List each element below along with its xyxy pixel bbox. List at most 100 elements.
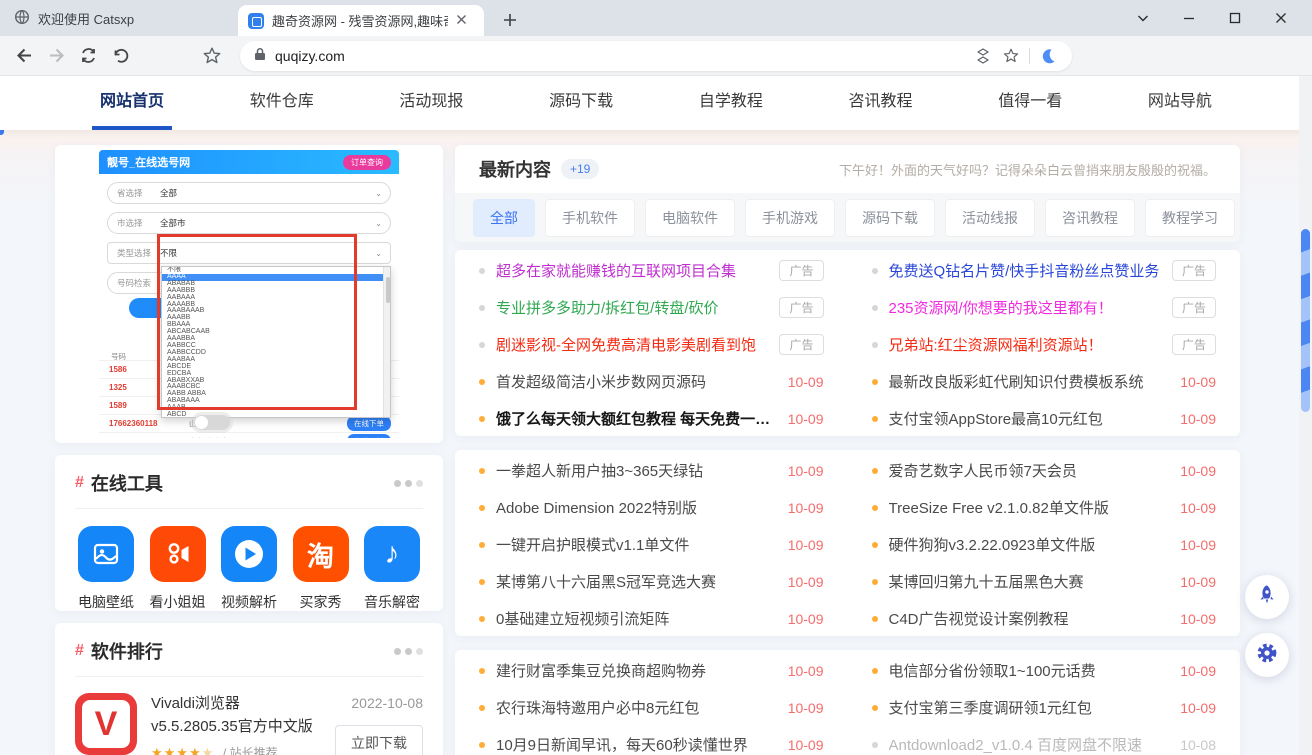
tab-source-download[interactable]: 源码下载 (845, 199, 935, 237)
news-row[interactable]: 电信部分省份领取1~100元话费10-09 (872, 652, 1217, 689)
tool-girls[interactable]: 看小姐姐 (147, 526, 209, 612)
news-row[interactable]: 专业拼多多助力/拆红包/转盘/砍价广告 (479, 289, 824, 326)
news-row[interactable]: 支付宝领AppStore最高10元红包10-09 (872, 400, 1217, 437)
nav-item-software[interactable]: 软件仓库 (250, 76, 314, 130)
news-date: 10-09 (1180, 700, 1216, 716)
nav-item-sites[interactable]: 网站导航 (1148, 76, 1212, 130)
chevron-down-icon: ⌄ (375, 189, 382, 198)
tab-close-icon[interactable] (456, 13, 467, 28)
software-name[interactable]: Vivaldi浏览器 (151, 693, 329, 716)
news-row[interactable]: 0基础建立短视频引流矩阵10-09 (479, 600, 824, 637)
news-title: 剧迷影视-全网免费高清电影美剧看到饱 (496, 334, 767, 355)
news-date: 10-09 (788, 463, 824, 479)
phone-number: 1327648026 (109, 437, 189, 438)
minimize-button[interactable] (1166, 2, 1212, 34)
nav-item-activity[interactable]: 活动现报 (399, 76, 463, 130)
screenshot-header: 靓号_在线选号网 订单查询 (99, 150, 399, 174)
download-now-button[interactable]: 立即下载 (335, 725, 423, 755)
tool-screenshot-card[interactable]: 靓号_在线选号网 订单查询 省选择 全部 ⌄ 市选择 全部市 ⌄ 类型选择 不限… (55, 145, 443, 443)
news-title: 饿了么每天领大额红包教程 每天免费一顿饭 (496, 408, 776, 429)
undo-button[interactable] (104, 40, 136, 72)
more-dots-icon[interactable] (394, 648, 423, 655)
news-title: 专业拼多多助力/拆红包/转盘/砍价 (496, 297, 767, 318)
tab-learning[interactable]: 教程学习 (1145, 199, 1235, 237)
software-version[interactable]: v5.5.2805.35官方中文版 (151, 716, 329, 739)
home-star-icon[interactable] (196, 40, 228, 72)
scrollbar-thumb[interactable] (1301, 229, 1310, 412)
tab-pc-software[interactable]: 电脑软件 (645, 199, 735, 237)
new-tab-button[interactable] (496, 6, 524, 34)
news-row[interactable]: C4D广告视觉设计案例教程10-09 (872, 600, 1217, 637)
tab-mobile-games[interactable]: 手机游戏 (745, 199, 835, 237)
tool-taobao-show[interactable]: 淘 买家秀 (290, 526, 352, 612)
url-text[interactable]: quqizy.com (275, 48, 969, 64)
tab-news[interactable]: 咨讯教程 (1045, 199, 1135, 237)
news-date: 10-09 (1180, 611, 1216, 627)
news-row[interactable]: TreeSize Free v2.1.0.82单文件版10-09 (872, 489, 1217, 526)
news-row[interactable]: 一键开启护眼模式v1.1单文件10-09 (479, 526, 824, 563)
news-row[interactable]: 支付宝第三季度调研领1元红包10-09 (872, 689, 1217, 726)
refresh-button[interactable] (72, 40, 104, 72)
news-row[interactable]: 超多在家就能赚钱的互联网项目合集广告 (479, 252, 824, 289)
news-row[interactable]: 爱奇艺数字人民币领7天会员10-09 (872, 452, 1217, 489)
music-note-icon: ♪ (364, 526, 420, 582)
news-title: 10月9日新闻早讯，每天60秒读懂世界 (496, 734, 776, 755)
news-row[interactable]: 10月9日新闻早讯，每天60秒读懂世界 10-09 (479, 726, 824, 755)
tool-label: 电脑壁纸 (78, 592, 134, 612)
news-row[interactable]: 最新改良版彩虹代刷知识付费模板系统10-09 (872, 363, 1217, 400)
dark-mode-moon-icon[interactable] (1034, 43, 1062, 69)
news-row[interactable]: 兄弟站:红尘资源网福利资源站！广告 (872, 326, 1217, 363)
software-item[interactable]: V Vivaldi浏览器 v5.5.2805.35官方中文版 ★★★★★ / 站… (75, 693, 423, 755)
tab-quqizy[interactable]: 趣奇资源网 - 残雪资源网,趣味奇妙 (238, 5, 484, 36)
city-select: 市选择 全部市 ⌄ (107, 212, 391, 234)
close-button[interactable] (1258, 2, 1304, 34)
maximize-button[interactable] (1212, 2, 1258, 34)
news-row[interactable]: Adobe Dimension 2022特别版10-09 (479, 489, 824, 526)
dropdown-scrollbar (383, 267, 390, 417)
news-row[interactable]: 饿了么每天领大额红包教程 每天免费一顿饭10-09 (479, 400, 824, 437)
news-row[interactable]: 某博回归第九十五届黑色大赛10-09 (872, 563, 1217, 600)
news-row[interactable]: 一拳超人新用户抽3~365天绿钻10-09 (479, 452, 824, 489)
news-row[interactable]: 首发超级简洁小米步数网页源码10-09 (479, 363, 824, 400)
news-row[interactable]: 硬件狗狗v3.2.22.0923单文件版10-09 (872, 526, 1217, 563)
news-row[interactable]: 免费送Q钻名片赞/快手抖音粉丝点赞业务广告 (872, 252, 1217, 289)
page-scrollbar[interactable] (1299, 76, 1312, 755)
ad-badge: 广告 (779, 260, 823, 281)
news-row[interactable]: 235资源网/你想要的我这里都有！广告 (872, 289, 1217, 326)
bookmark-star-icon[interactable] (997, 43, 1025, 69)
tab-welcome[interactable]: 欢迎使用 Catsxp (0, 0, 232, 36)
news-date: 10-09 (1180, 463, 1216, 479)
back-button[interactable] (8, 40, 40, 72)
news-date: 10-09 (788, 737, 824, 753)
field-label: 类型选择 (108, 247, 160, 259)
tool-video-parse[interactable]: 视频解析 (218, 526, 280, 612)
back-to-top-button[interactable] (1245, 575, 1289, 619)
divider (75, 676, 423, 677)
order-button: 在线下单 (347, 434, 391, 438)
forward-button[interactable] (40, 40, 72, 72)
nav-item-tutorial[interactable]: 自学教程 (699, 76, 763, 130)
tab-all[interactable]: 全部 (473, 199, 535, 237)
tab-activity[interactable]: 活动线报 (945, 199, 1035, 237)
tab-label: 欢迎使用 Catsxp (38, 9, 134, 28)
extension-icon[interactable] (969, 43, 997, 69)
section-title: 在线工具 (91, 470, 163, 496)
more-dots-icon[interactable] (394, 480, 423, 487)
tab-mobile-software[interactable]: 手机软件 (545, 199, 635, 237)
nav-item-home[interactable]: 网站首页 (100, 76, 164, 130)
nav-item-source[interactable]: 源码下载 (549, 76, 613, 130)
window-chevron-icon[interactable] (1120, 2, 1166, 34)
settings-button[interactable] (1245, 633, 1289, 677)
address-bar[interactable]: quqizy.com (240, 41, 1072, 71)
nav-item-worth[interactable]: 值得一看 (998, 76, 1062, 130)
news-card: 一拳超人新用户抽3~365天绿钻10-09 Adobe Dimension 20… (455, 450, 1240, 636)
news-row[interactable]: 农行珠海特邀用户必中8元红包10-09 (479, 689, 824, 726)
tool-music-decrypt[interactable]: ♪ 音乐解密 (361, 526, 423, 612)
news-row[interactable]: 剧迷影视-全网免费高清电影美剧看到饱广告 (479, 326, 824, 363)
nav-item-news[interactable]: 咨讯教程 (849, 76, 913, 130)
screenshot-title: 靓号_在线选号网 (107, 154, 190, 170)
news-row[interactable]: 某博第八十六届黑S冠军竞选大赛10-09 (479, 563, 824, 600)
tool-wallpaper[interactable]: 电脑壁纸 (75, 526, 137, 612)
news-row[interactable]: 建行财富季集豆兑换商超购物券10-09 (479, 652, 824, 689)
news-row[interactable]: Antdownload2_v1.0.4 百度网盘不限速10-08 (872, 726, 1217, 755)
